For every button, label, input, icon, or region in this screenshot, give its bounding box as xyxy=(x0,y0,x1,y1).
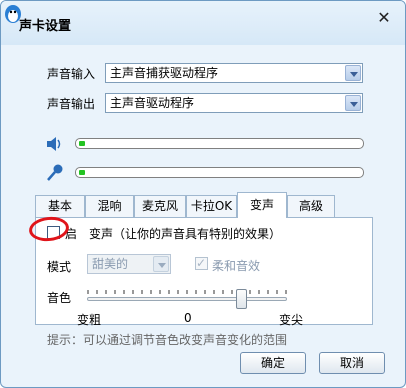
microphone-level-fill xyxy=(79,170,85,175)
pitch-value-label: 0 xyxy=(184,311,192,325)
input-label: 声音输入 xyxy=(47,67,96,81)
checkmark-icon: ✓ xyxy=(196,256,207,270)
tab-voice-change[interactable]: 变声 xyxy=(237,192,287,218)
output-label: 声音输出 xyxy=(47,97,96,111)
close-button[interactable]: ✕ xyxy=(375,9,393,27)
ok-button[interactable]: 确定 xyxy=(240,352,306,374)
speaker-level-meter xyxy=(75,138,364,149)
hint-text: 提示：可以通过调节音色改变声音变化的范围 xyxy=(47,333,288,347)
pitch-slider-track[interactable] xyxy=(87,297,287,301)
tab-karaoke[interactable]: 卡拉OK xyxy=(186,195,237,217)
tab-microphone[interactable]: 麦克风 xyxy=(134,195,186,217)
pitch-slider-ticks xyxy=(87,290,287,294)
chevron-down-icon[interactable] xyxy=(345,95,361,111)
microphone-icon xyxy=(47,164,63,181)
tab-basic[interactable]: 基本 xyxy=(35,195,85,217)
chevron-down-icon[interactable] xyxy=(345,65,361,81)
pitch-min-label: 变粗 xyxy=(77,313,102,327)
enable-voice-change-checkbox[interactable] xyxy=(47,226,60,239)
input-device-value: 主声音捕获驱动程序 xyxy=(110,66,219,80)
cancel-button[interactable]: 取消 xyxy=(319,352,385,374)
tab-advanced[interactable]: 高级 xyxy=(287,195,335,217)
speaker-icon xyxy=(47,137,61,151)
mode-value: 甜美的 xyxy=(92,257,129,271)
mode-label: 模式 xyxy=(47,260,72,274)
pitch-max-label: 变尖 xyxy=(279,313,304,327)
dialog-title: 声卡设置 xyxy=(19,19,72,34)
output-device-select[interactable]: 主声音驱动程序 xyxy=(105,93,363,113)
pitch-slider-thumb[interactable] xyxy=(236,289,247,309)
tab-reverb[interactable]: 混响 xyxy=(85,195,134,217)
speaker-level-fill xyxy=(79,141,85,146)
soft-sound-checkbox[interactable]: ✓ xyxy=(195,256,208,270)
enable-voice-change-label-b: 变声（让你的声音具有特别的效果） xyxy=(89,227,282,241)
microphone-level-meter xyxy=(75,167,364,178)
enable-voice-change-label-a: 启 xyxy=(65,227,78,241)
chevron-down-icon[interactable] xyxy=(153,256,169,272)
mode-select[interactable]: 甜美的 xyxy=(87,254,171,274)
sound-card-settings-dialog: 声卡设置 ✕ 声音输入 主声音捕获驱动程序 声音输出 主声音驱动程序 基本 混响… xyxy=(0,0,406,388)
title-bar: 声卡设置 ✕ xyxy=(1,1,405,45)
input-device-select[interactable]: 主声音捕获驱动程序 xyxy=(105,63,363,83)
output-device-value: 主声音驱动程序 xyxy=(110,96,195,110)
soft-sound-label: 柔和音效 xyxy=(212,259,261,273)
pitch-label: 音色 xyxy=(47,291,72,305)
